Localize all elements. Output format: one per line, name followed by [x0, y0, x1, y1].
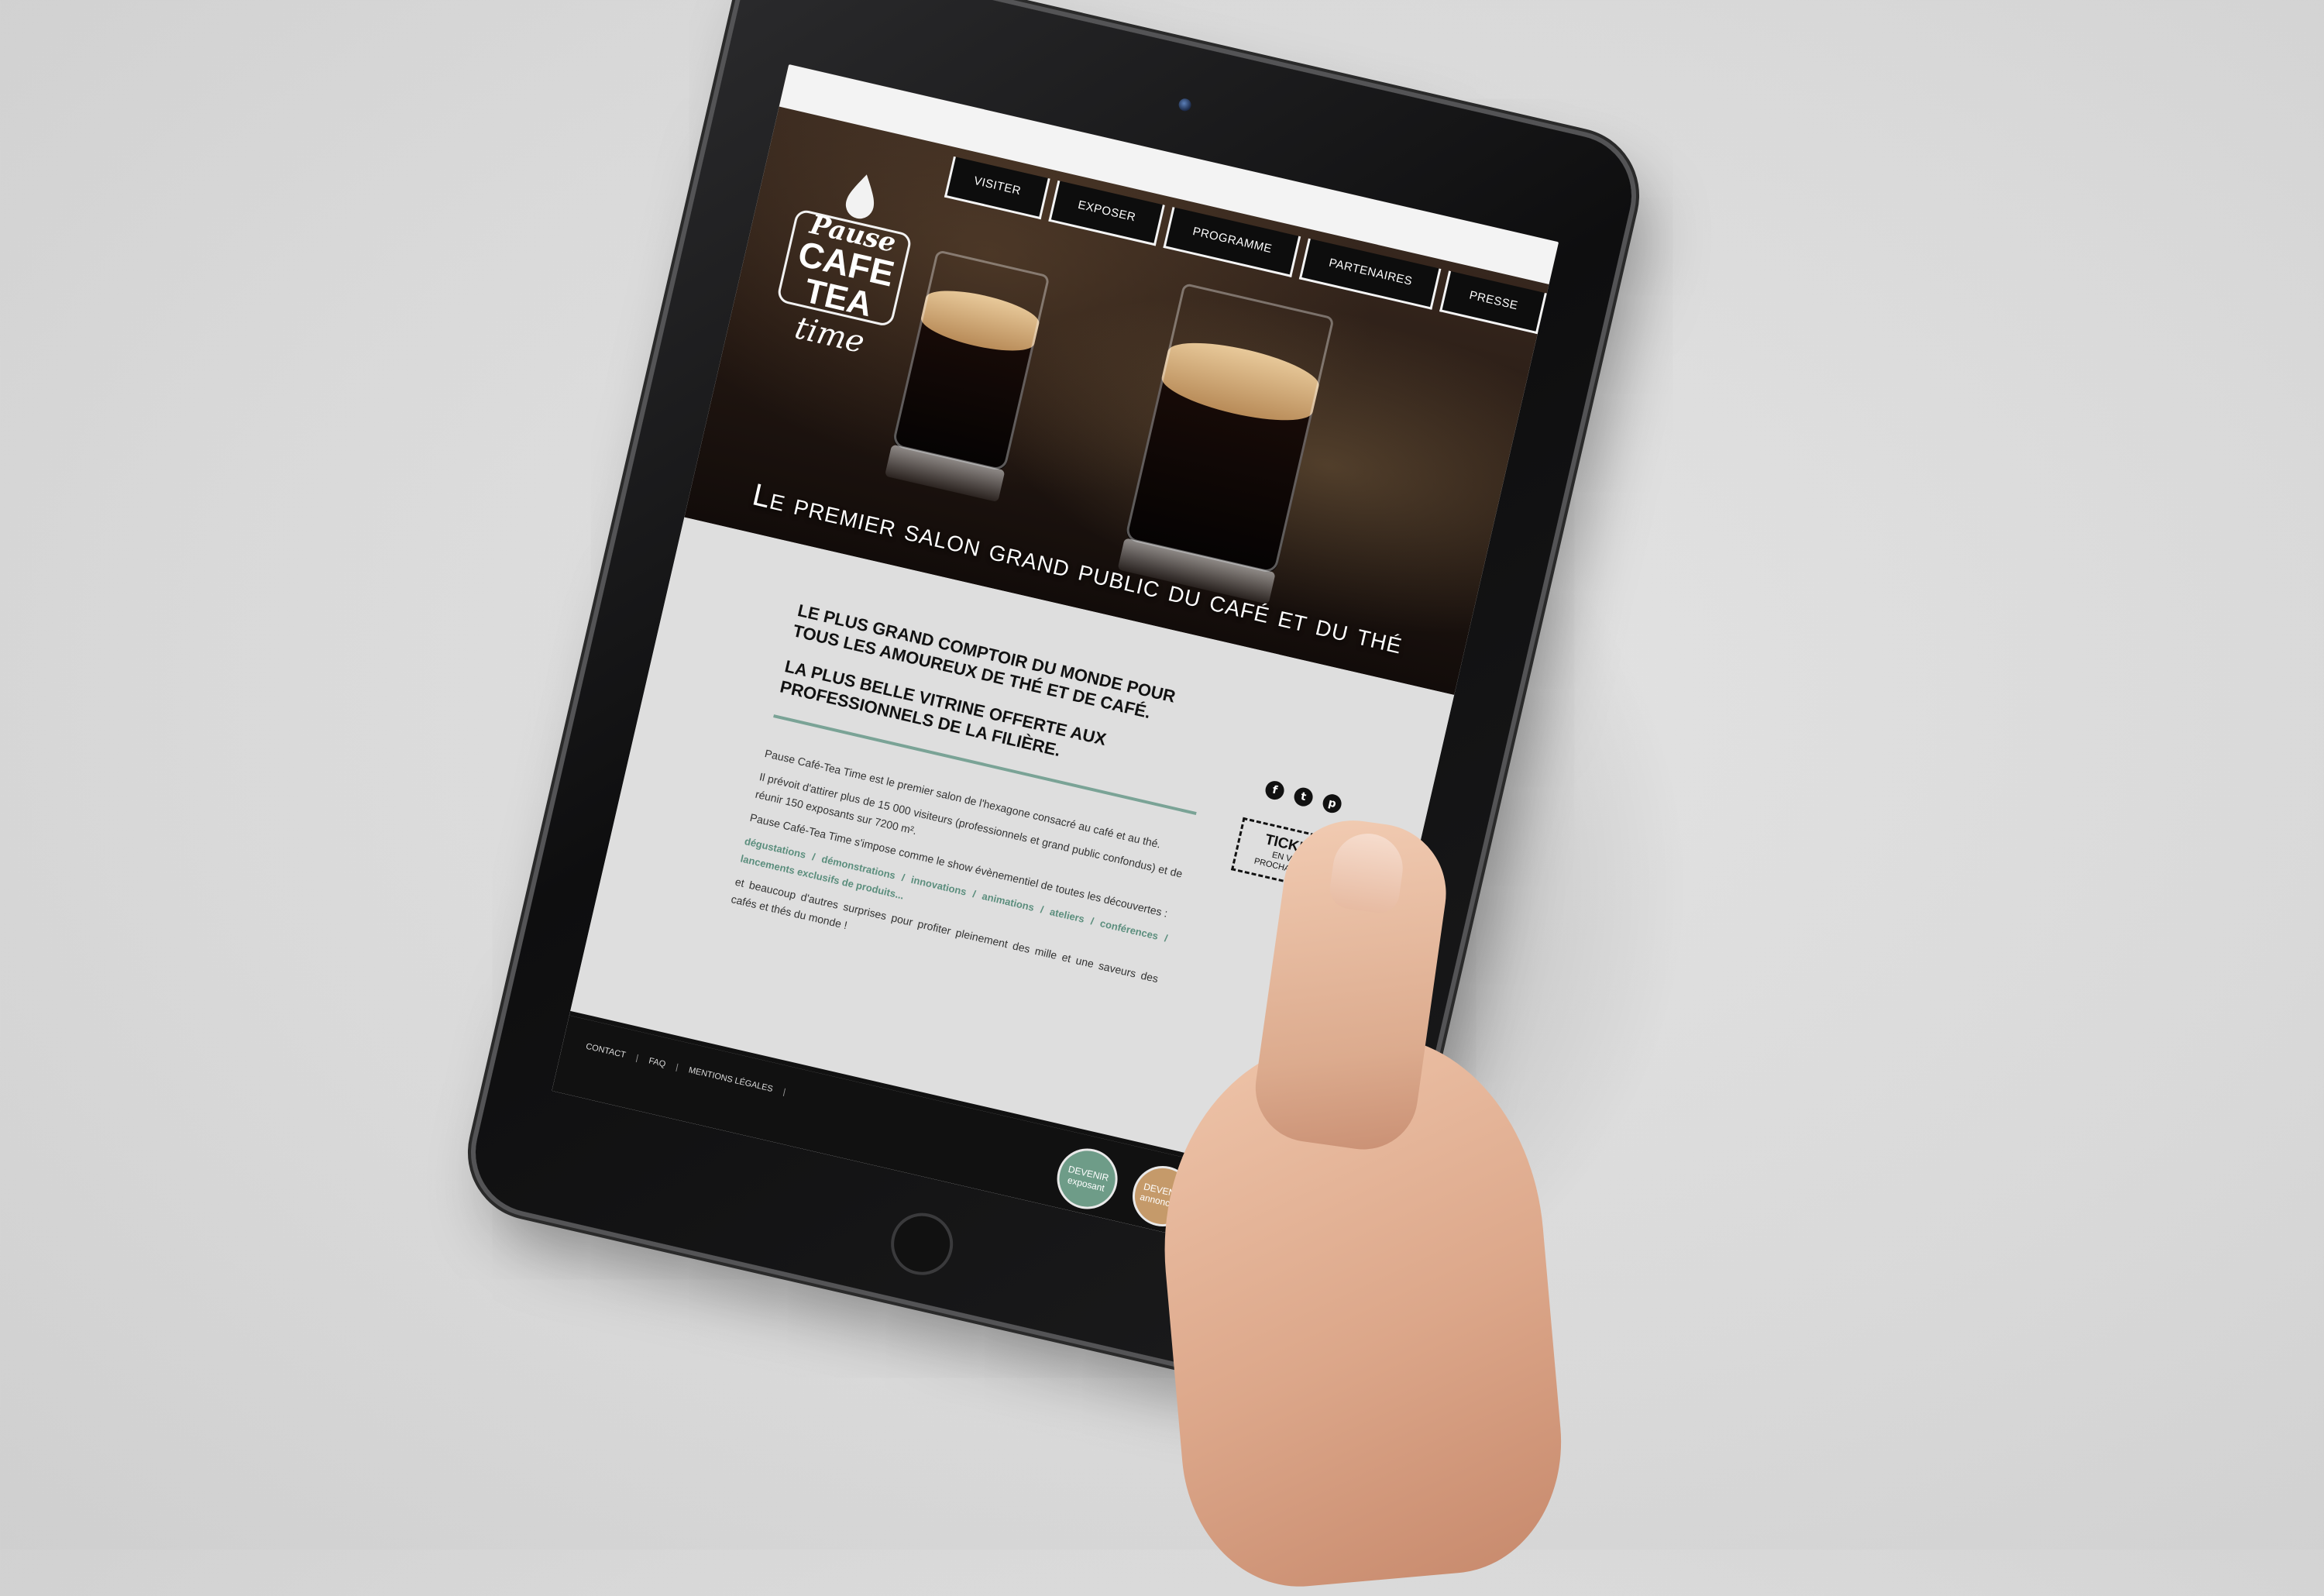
facebook-icon[interactable]: f: [1263, 779, 1286, 802]
footer-separator: |: [675, 1062, 679, 1072]
footer-separator: |: [634, 1053, 640, 1063]
twitter-icon[interactable]: t: [1292, 786, 1315, 809]
social-icons: f t p: [1263, 779, 1344, 815]
site-logo[interactable]: Pause CAFE TEA time: [755, 154, 936, 382]
home-button[interactable]: [885, 1206, 960, 1281]
nav-visiter[interactable]: Visiter: [944, 156, 1050, 220]
pinterest-icon[interactable]: p: [1321, 792, 1344, 815]
drop-icon: [845, 174, 875, 219]
camera-icon: [1177, 97, 1193, 112]
coffee-glass-large: [1117, 282, 1335, 605]
